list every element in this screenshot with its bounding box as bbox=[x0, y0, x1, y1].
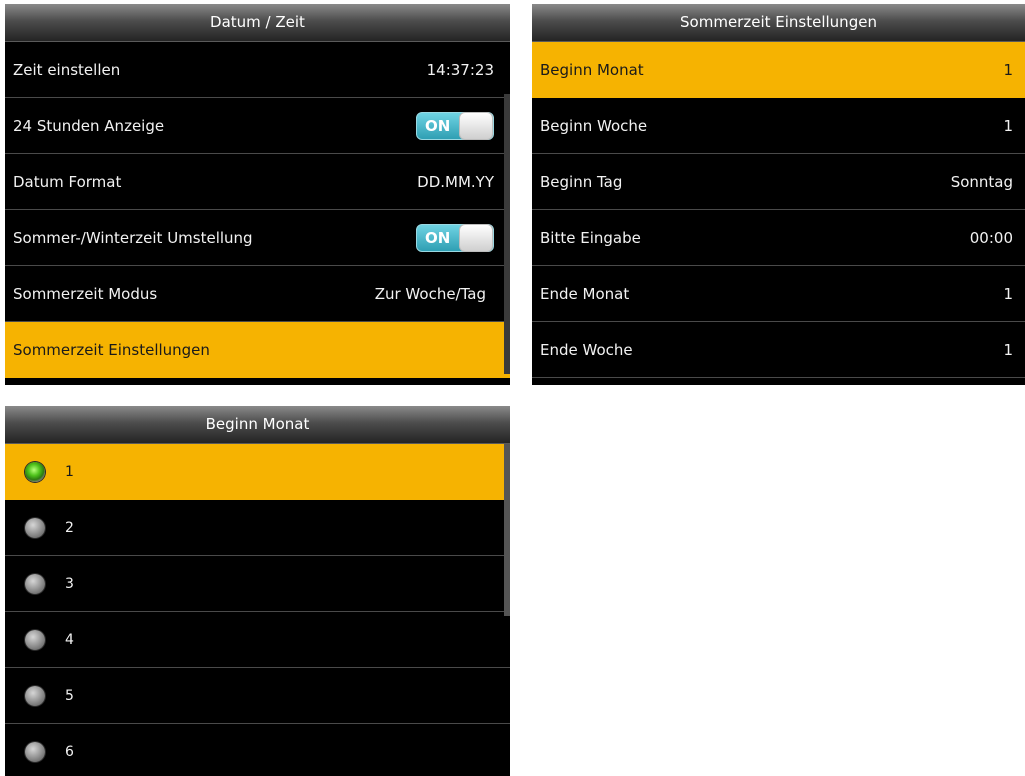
beginn-monat-title: Beginn Monat bbox=[5, 406, 510, 444]
row-beginn-monat[interactable]: Beginn Monat 1 bbox=[532, 42, 1025, 98]
radio-unchecked-icon bbox=[25, 629, 45, 650]
month-option[interactable]: 4 bbox=[5, 612, 510, 668]
dst-toggle[interactable]: ON bbox=[416, 223, 494, 252]
row-24h-display[interactable]: 24 Stunden Anzeige ON bbox=[5, 98, 510, 154]
row-ende-monat[interactable]: Ende Monat 1 bbox=[532, 266, 1025, 322]
radio-unchecked-icon bbox=[25, 517, 45, 538]
row-label: Sommer-/Winterzeit Umstellung bbox=[13, 228, 253, 247]
row-value: 1 bbox=[1003, 284, 1013, 303]
dst-mode-value: Zur Woche/Tag bbox=[374, 284, 486, 303]
option-label: 2 bbox=[65, 519, 74, 536]
scrollbar[interactable] bbox=[504, 94, 510, 374]
row-value: 1 bbox=[1003, 60, 1013, 79]
toggle-state-label: ON bbox=[425, 228, 451, 247]
row-value: 1 bbox=[1003, 116, 1013, 135]
row-dst-settings[interactable]: Sommerzeit Einstellungen bbox=[5, 322, 510, 378]
month-option[interactable]: 2 bbox=[5, 500, 510, 556]
row-value: 1 bbox=[1003, 340, 1013, 359]
scrollbar[interactable] bbox=[504, 444, 510, 616]
row-label: Sommerzeit Einstellungen bbox=[13, 340, 210, 359]
dst-settings-title: Sommerzeit Einstellungen bbox=[532, 4, 1025, 42]
row-beginn-tag[interactable]: Beginn Tag Sonntag bbox=[532, 154, 1025, 210]
row-label: Ende Monat bbox=[540, 284, 630, 303]
radio-unchecked-icon bbox=[25, 741, 45, 762]
toggle-knob bbox=[459, 111, 493, 140]
option-label: 6 bbox=[65, 743, 74, 760]
row-label: Zeit einstellen bbox=[13, 60, 121, 79]
time-value: 14:37:23 bbox=[426, 60, 494, 79]
date-format-value: DD.MM.YY bbox=[417, 172, 494, 191]
row-ende-woche[interactable]: Ende Woche 1 bbox=[532, 322, 1025, 378]
row-label: Sommerzeit Modus bbox=[13, 284, 158, 303]
row-label: Datum Format bbox=[13, 172, 122, 191]
toggle-state-label: ON bbox=[425, 116, 451, 135]
month-option[interactable]: 5 bbox=[5, 668, 510, 724]
datetime-title: Datum / Zeit bbox=[5, 4, 510, 42]
option-label: 5 bbox=[65, 687, 74, 704]
dst-settings-screen: Sommerzeit Einstellungen Beginn Monat 1 … bbox=[532, 4, 1025, 385]
row-bitte-eingabe[interactable]: Bitte Eingabe 00:00 bbox=[532, 210, 1025, 266]
row-date-format[interactable]: Datum Format DD.MM.YY bbox=[5, 154, 510, 210]
row-zeit-einstellen[interactable]: Zeit einstellen 14:37:23 bbox=[5, 42, 510, 98]
row-label: Beginn Woche bbox=[540, 116, 648, 135]
row-beginn-woche[interactable]: Beginn Woche 1 bbox=[532, 98, 1025, 154]
toggle-knob bbox=[459, 223, 493, 252]
24h-toggle[interactable]: ON bbox=[416, 111, 494, 140]
option-label: 3 bbox=[65, 575, 74, 592]
month-option[interactable]: 6 bbox=[5, 724, 510, 776]
row-value: Sonntag bbox=[950, 172, 1013, 191]
month-option[interactable]: 1 bbox=[5, 444, 510, 500]
beginn-monat-screen: Beginn Monat 1 2 3 4 5 6 bbox=[5, 406, 510, 776]
radio-checked-icon bbox=[25, 461, 45, 482]
row-label: Beginn Monat bbox=[540, 60, 644, 79]
option-label: 4 bbox=[65, 631, 74, 648]
radio-unchecked-icon bbox=[25, 573, 45, 594]
datetime-screen: Datum / Zeit Zeit einstellen 14:37:23 24… bbox=[5, 4, 510, 385]
option-label: 1 bbox=[65, 463, 74, 480]
row-dst-mode[interactable]: Sommerzeit Modus Zur Woche/Tag bbox=[5, 266, 510, 322]
radio-unchecked-icon bbox=[25, 685, 45, 706]
row-value: 00:00 bbox=[969, 228, 1013, 247]
row-label: 24 Stunden Anzeige bbox=[13, 116, 165, 135]
row-label: Ende Woche bbox=[540, 340, 633, 359]
row-label: Bitte Eingabe bbox=[540, 228, 641, 247]
month-option[interactable]: 3 bbox=[5, 556, 510, 612]
row-dst-switch[interactable]: Sommer-/Winterzeit Umstellung ON bbox=[5, 210, 510, 266]
row-label: Beginn Tag bbox=[540, 172, 623, 191]
